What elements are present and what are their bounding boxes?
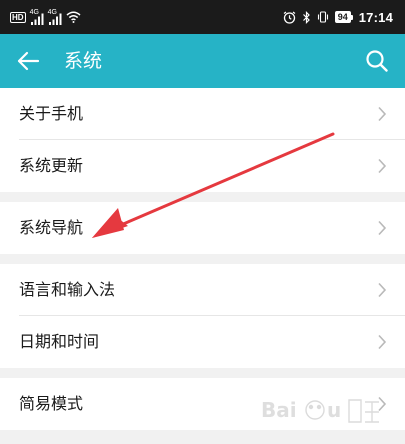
group-separator: [0, 254, 405, 264]
status-right: 94 17:14: [283, 0, 393, 34]
app-bar: 系统: [0, 34, 405, 88]
status-left: HD 4G 4G: [10, 0, 81, 34]
group-separator: [0, 192, 405, 202]
page-title: 系统: [64, 50, 103, 72]
network-type-label: 4G: [29, 9, 39, 16]
signal-group-2: 4G: [48, 9, 62, 25]
settings-group-navigation: 系统导航: [0, 202, 405, 254]
settings-item-system-navigation[interactable]: 系统导航: [0, 202, 405, 254]
search-button[interactable]: [363, 47, 391, 75]
signal-group-1: 4G: [30, 9, 44, 25]
settings-item-label: 语言和输入法: [19, 280, 116, 299]
settings-item-label: 系统更新: [19, 156, 84, 175]
status-time: 17:14: [358, 9, 393, 25]
settings-item-label: 系统导航: [19, 218, 84, 237]
battery-cap: [350, 14, 353, 20]
wifi-icon: [66, 11, 81, 23]
settings-item-language-input[interactable]: 语言和输入法: [0, 264, 405, 316]
bluetooth-icon: [302, 10, 310, 24]
network-type-label: 4G: [47, 9, 57, 16]
settings-item-about-phone[interactable]: 关于手机: [0, 88, 405, 140]
settings-item-simple-mode[interactable]: 简易模式: [0, 378, 405, 430]
settings-item-date-time[interactable]: 日期和时间: [0, 316, 405, 368]
chevron-right-icon: [378, 396, 387, 412]
chevron-right-icon: [378, 220, 387, 236]
chevron-right-icon: [378, 334, 387, 350]
settings-item-system-update[interactable]: 系统更新: [0, 140, 405, 192]
battery-indicator: 94: [334, 11, 353, 23]
status-bar: HD 4G 4G 94 17:14: [0, 0, 405, 34]
settings-list: 关于手机 系统更新 系统导航 语言和输入法 日期和时间 简易模式: [0, 88, 405, 430]
chevron-right-icon: [378, 282, 387, 298]
settings-group-simple-mode: 简易模式: [0, 378, 405, 430]
vibrate-icon: [317, 11, 328, 23]
settings-item-label: 关于手机: [19, 104, 84, 123]
search-icon: [366, 50, 388, 72]
chevron-right-icon: [378, 158, 387, 174]
hd-badge: HD: [10, 11, 26, 23]
settings-item-label: 日期和时间: [19, 332, 100, 351]
arrow-left-icon: [17, 51, 40, 71]
alarm-icon: [283, 11, 296, 24]
chevron-right-icon: [378, 106, 387, 122]
settings-item-label: 简易模式: [19, 394, 84, 413]
back-button[interactable]: [13, 47, 43, 75]
settings-group-device: 关于手机 系统更新: [0, 88, 405, 192]
group-separator: [0, 368, 405, 378]
settings-group-language-time: 语言和输入法 日期和时间: [0, 264, 405, 368]
battery-level: 94: [334, 11, 351, 23]
